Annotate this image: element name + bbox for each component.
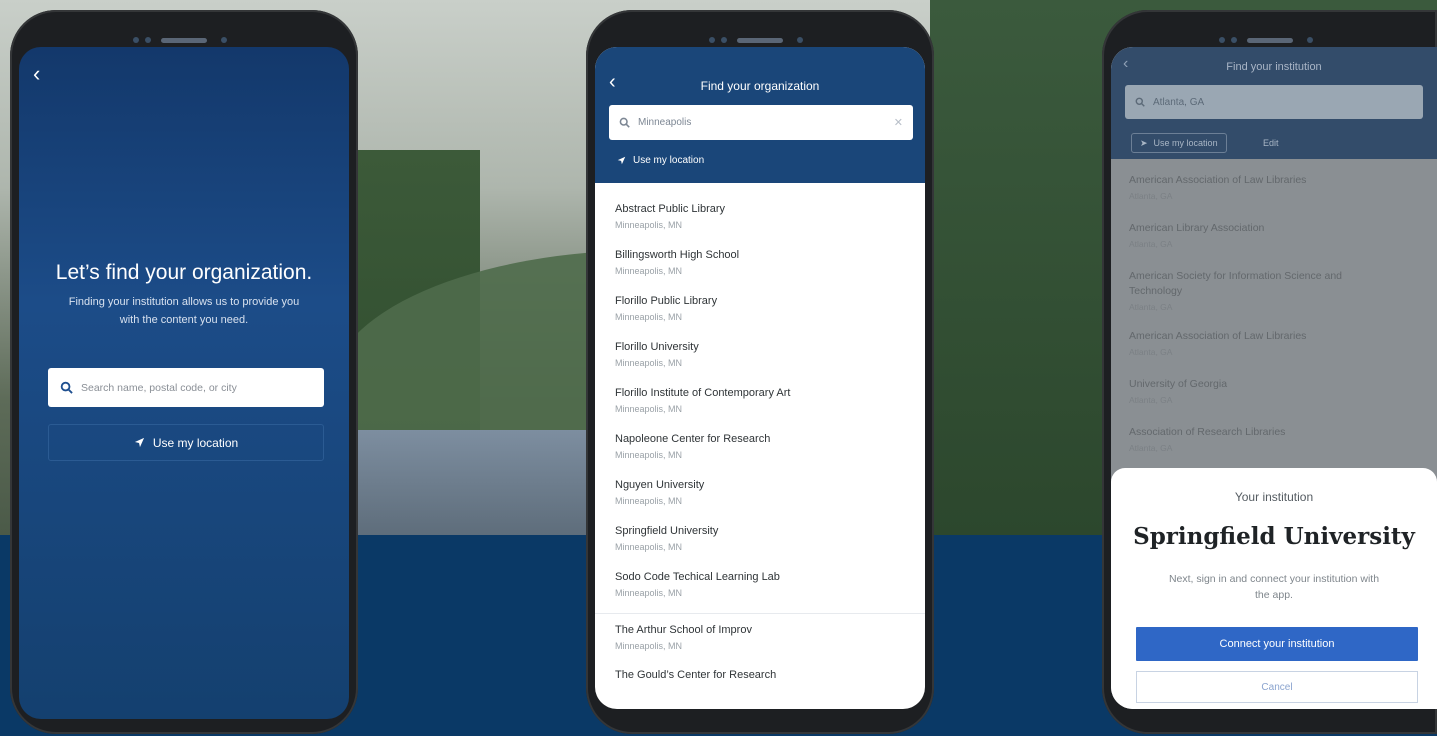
list-item[interactable]: American Society for Information Science… <box>1111 255 1437 315</box>
search-placeholder: Search name, postal code, or city <box>81 381 237 394</box>
item-location: Minneapolis, MN <box>615 220 683 230</box>
location-label: Use my location <box>152 435 239 450</box>
list-item[interactable]: American Association of Law Libraries Atl… <box>1111 315 1437 363</box>
screen-title: Find your institution <box>1226 61 1322 73</box>
item-location: Atlanta, GA <box>1129 443 1173 453</box>
item-name: Florillo Institute of Contemporary Art <box>615 387 791 399</box>
results-header: ‹ Find your organization Minneapolis ✕ U… <box>595 47 925 183</box>
item-location: Minneapolis, MN <box>615 404 683 414</box>
phone-notch <box>129 34 239 46</box>
page-title: Let’s find your organization. <box>55 261 313 284</box>
list-item[interactable]: The Arthur School of Improv Minneapolis, … <box>595 613 925 659</box>
search-icon <box>619 117 630 128</box>
use-my-location-chip[interactable]: ➤ Use my location <box>1131 133 1227 153</box>
list-item[interactable]: Abstract Public Library Minneapolis, MN <box>595 193 925 239</box>
connect-institution-button[interactable]: Connect your institution <box>1136 627 1418 661</box>
item-name: Billingsworth High School <box>615 249 740 261</box>
list-item[interactable]: Billingsworth High School Minneapolis, MN <box>595 239 925 285</box>
item-location: Minneapolis, MN <box>615 312 683 322</box>
phone-notch <box>1215 34 1325 46</box>
chevron-left-icon[interactable]: ‹ <box>33 61 40 87</box>
clear-icon[interactable]: ✕ <box>894 116 903 129</box>
list-item[interactable]: Nguyen University Minneapolis, MN <box>595 469 925 515</box>
cancel-button[interactable]: Cancel <box>1136 671 1418 703</box>
item-name: The Arthur School of Improv <box>615 624 752 636</box>
phone-notch <box>705 34 815 46</box>
phone-frame-results: ‹ Find your organization Minneapolis ✕ U… <box>586 10 934 734</box>
page-subtitle: Finding your institution allows us to pr… <box>68 296 300 326</box>
location-label: Use my location <box>633 155 705 166</box>
chip-label: Edit <box>1263 138 1279 148</box>
item-name: American Association of Law Libraries <box>1129 174 1307 186</box>
item-location: Minneapolis, MN <box>615 641 683 651</box>
search-input[interactable]: Atlanta, GA <box>1125 85 1423 119</box>
sheet-description: Next, sign in and connect your instituti… <box>1168 573 1380 601</box>
search-input[interactable]: Minneapolis ✕ <box>609 105 913 140</box>
location-arrow-icon: ➤ <box>1140 137 1148 148</box>
results-screen: ‹ Find your organization Minneapolis ✕ U… <box>595 47 925 709</box>
use-my-location-button[interactable]: Use my location <box>617 155 704 166</box>
item-name: Springfield University <box>615 525 719 537</box>
edit-chip[interactable]: Edit <box>1255 133 1287 153</box>
search-value: Minneapolis <box>638 117 692 128</box>
institution-sheet: Your institution Springfield University … <box>1111 468 1437 709</box>
item-name: American Library Association <box>1129 222 1265 234</box>
item-name: University of Georgia <box>1129 378 1228 390</box>
confirm-screen: ‹ Find your institution Atlanta, GA ➤ Us… <box>1111 47 1437 709</box>
item-location: Atlanta, GA <box>1129 239 1173 249</box>
results-list-dimmed: American Association of Law Libraries Atl… <box>1111 159 1437 519</box>
search-value: Atlanta, GA <box>1153 96 1205 108</box>
item-location: Minneapolis, MN <box>615 450 683 460</box>
location-arrow-icon <box>134 437 144 448</box>
item-location: Minneapolis, MN <box>615 588 683 598</box>
phone-frame-welcome: ‹ Let’s find your organization. Finding … <box>10 10 358 734</box>
item-name: American Association of Law Libraries <box>1129 330 1307 342</box>
search-icon <box>60 381 73 394</box>
item-location: Minneapolis, MN <box>615 358 683 368</box>
institution-name: Springfield University <box>1133 523 1415 550</box>
search-icon <box>1135 97 1145 107</box>
item-location: Atlanta, GA <box>1129 347 1173 357</box>
item-location: Minneapolis, MN <box>615 496 683 506</box>
item-location: Minneapolis, MN <box>615 266 683 276</box>
item-name: Nguyen University <box>615 479 705 491</box>
item-location: Atlanta, GA <box>1129 395 1173 405</box>
item-location: Minneapolis, MN <box>615 542 683 552</box>
results-list: Abstract Public Library Minneapolis, MN B… <box>595 193 925 705</box>
item-name: Association of Research Libraries <box>1129 426 1286 438</box>
confirm-header: ‹ Find your institution Atlanta, GA ➤ Us… <box>1111 47 1437 159</box>
phone-frame-confirm: ‹ Find your institution Atlanta, GA ➤ Us… <box>1102 10 1437 734</box>
list-item[interactable]: University of Georgia Atlanta, GA <box>1111 363 1437 411</box>
location-arrow-icon <box>617 156 626 165</box>
list-item[interactable]: Napoleone Center for Research Minneapolis… <box>595 423 925 469</box>
item-name: Sodo Code Techical Learning Lab <box>615 571 780 583</box>
chip-label: Use my location <box>1153 138 1218 148</box>
item-name: American Society for Information Science… <box>1129 270 1343 297</box>
item-name: Napoleone Center for Research <box>615 433 771 445</box>
item-name: Abstract Public Library <box>615 203 726 215</box>
welcome-screen: ‹ Let’s find your organization. Finding … <box>19 47 349 719</box>
list-item[interactable]: Springfield University Minneapolis, MN <box>595 515 925 561</box>
item-location: Atlanta, GA <box>1129 191 1173 201</box>
list-item[interactable]: Sodo Code Techical Learning Lab Minneapol… <box>595 561 925 607</box>
item-name: Florillo Public Library <box>615 295 718 307</box>
sheet-title: Your institution <box>1234 490 1314 504</box>
screen-title: Find your organization <box>700 79 820 93</box>
list-item[interactable]: Florillo Public Library Minneapolis, MN <box>595 285 925 331</box>
list-item[interactable]: American Association of Law Libraries Atl… <box>1111 159 1437 207</box>
use-my-location-button[interactable]: Use my location <box>48 424 324 461</box>
item-name: The Gould’s Center for Research <box>615 669 777 681</box>
search-input[interactable]: Search name, postal code, or city <box>48 368 324 407</box>
list-item[interactable]: The Gould’s Center for Research <box>595 659 925 705</box>
item-name: Florillo University <box>615 341 699 353</box>
list-item[interactable]: Florillo Institute of Contemporary Art Mi… <box>595 377 925 423</box>
list-item[interactable]: American Library Association Atlanta, GA <box>1111 207 1437 255</box>
list-item[interactable]: Association of Research Libraries Atlanta… <box>1111 411 1437 459</box>
item-location: Atlanta, GA <box>1129 302 1173 312</box>
list-item[interactable]: Florillo University Minneapolis, MN <box>595 331 925 377</box>
